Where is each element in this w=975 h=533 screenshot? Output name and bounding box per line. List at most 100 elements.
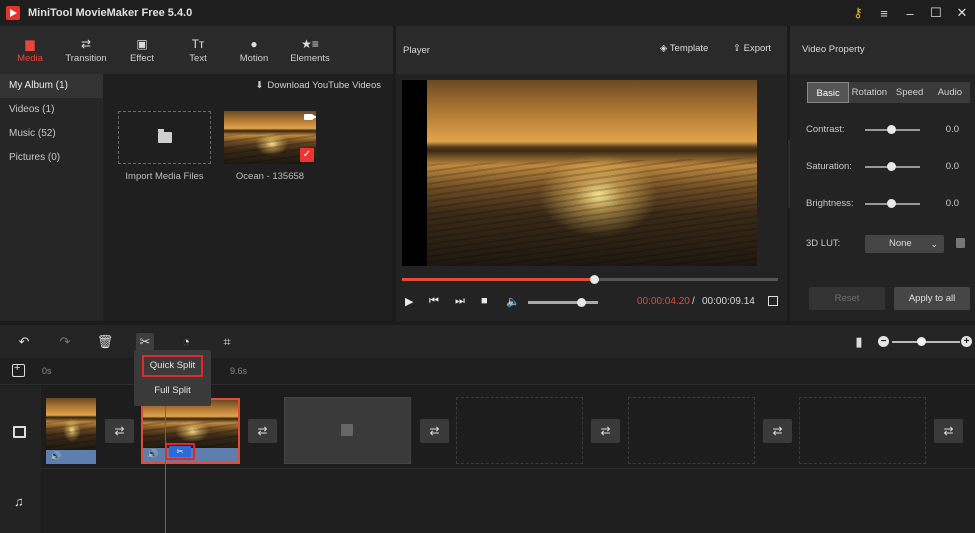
transition-icon: ⇄ [772, 424, 783, 438]
delete-icon[interactable]: 🗑 [96, 333, 114, 351]
add-track-icon[interactable] [12, 362, 25, 377]
saturation-handle[interactable] [887, 162, 896, 171]
zoom-in-icon[interactable]: + [961, 336, 972, 347]
album-music[interactable]: Music (52) [0, 122, 103, 146]
tab-elements[interactable]: ★≡ Elements [282, 26, 338, 74]
lut-delete-icon[interactable] [956, 238, 965, 248]
empty-clip-slot[interactable] [628, 397, 755, 464]
brightness-value: 0.0 [945, 198, 959, 209]
crop-icon[interactable]: ⌗ [218, 333, 236, 351]
reset-button[interactable]: Reset [809, 287, 885, 310]
transition-slot[interactable]: ⇄ [105, 419, 134, 443]
apply-to-all-button[interactable]: Apply to all [894, 287, 970, 310]
transition-icon: ⇄ [80, 36, 92, 51]
brightness-row: Brightness: 0.0 [806, 196, 971, 212]
transition-icon: ⇄ [600, 424, 611, 438]
audio-track[interactable] [41, 468, 975, 533]
property-tabs: Basic Rotation Speed Audio [807, 82, 970, 103]
media-library: ⬇ Download YouTube Videos Import Media Fi… [103, 74, 393, 321]
zoom-out-icon[interactable]: − [878, 336, 889, 347]
chevron-down-icon: ⌄ [930, 239, 938, 249]
empty-clip-slot[interactable] [456, 397, 583, 464]
transition-slot[interactable]: ⇄ [934, 419, 963, 443]
text-icon: Tт [191, 36, 205, 51]
stop-icon[interactable]: ■ [481, 295, 488, 307]
template-button[interactable]: ◈ Template [660, 43, 708, 54]
timeline-clip-selected[interactable]: 🔊 ✂ [141, 398, 240, 464]
transition-slot[interactable]: ⇄ [763, 419, 792, 443]
album-pictures[interactable]: Pictures (0) [0, 146, 103, 170]
checkmark-icon[interactable]: ✓ [300, 148, 314, 162]
current-time: 00:00:04.20 [637, 296, 690, 307]
split-icon[interactable]: ✂ [136, 333, 154, 351]
volume-slider[interactable] [528, 298, 598, 307]
volume-icon[interactable]: 🔈 [506, 295, 520, 308]
brightness-slider[interactable] [865, 199, 920, 208]
video-preview[interactable] [402, 80, 757, 266]
property-title: Video Property [790, 26, 975, 74]
contrast-handle[interactable] [887, 125, 896, 134]
contrast-slider[interactable] [865, 125, 920, 134]
minimize-icon[interactable]: – [897, 6, 923, 21]
redo-icon[interactable]: ↷ [56, 333, 74, 351]
key-icon[interactable]: ⚷ [845, 5, 871, 21]
transition-slot[interactable]: ⇄ [591, 419, 620, 443]
video-camera-icon [304, 114, 316, 120]
album-videos[interactable]: Videos (1) [0, 98, 103, 122]
zoom-slider[interactable] [892, 337, 960, 346]
transition-slot[interactable]: ⇄ [420, 419, 449, 443]
download-youtube-button[interactable]: ⬇ Download YouTube Videos [255, 80, 381, 91]
play-icon[interactable]: ▶ [405, 295, 413, 308]
export-icon: ⇪ [733, 43, 744, 54]
tab-rotation[interactable]: Rotation [849, 82, 889, 103]
tab-speed[interactable]: Speed [890, 82, 930, 103]
music-icon: ♫ [14, 494, 24, 509]
tab-basic[interactable]: Basic [807, 82, 850, 103]
timeline-clip[interactable]: 🔊 [46, 398, 96, 464]
title-bar: MiniTool MovieMaker Free 5.4.0 ⚷ ≡ – ☐ ✕ [0, 0, 975, 26]
undo-icon[interactable]: ↶ [15, 333, 33, 351]
maximize-icon[interactable]: ☐ [923, 5, 949, 21]
tab-transition[interactable]: ⇄ Transition [58, 26, 114, 74]
full-split-item[interactable]: Full Split [134, 380, 211, 402]
saturation-slider[interactable] [865, 162, 920, 171]
tab-audio[interactable]: Audio [930, 82, 970, 103]
tab-media[interactable]: ▆ Media [2, 26, 58, 74]
quick-split-item[interactable]: Quick Split [142, 355, 203, 377]
export-button[interactable]: ⇪ Export [733, 43, 771, 54]
media-clip-thumbnail[interactable]: ✓ [224, 111, 316, 164]
close-icon[interactable]: ✕ [949, 5, 975, 21]
split-marker[interactable]: ✂ [165, 443, 195, 460]
fullscreen-icon[interactable] [768, 296, 778, 306]
brightness-handle[interactable] [887, 199, 896, 208]
lut-row: 3D LUT: None ⌄ [806, 235, 971, 253]
album-my-album[interactable]: My Album (1) [0, 74, 103, 98]
empty-clip-slot[interactable] [799, 397, 926, 464]
menu-icon[interactable]: ≡ [871, 6, 897, 21]
player-panel: Player ◈ Template ⇪ Export ▶ ⏮ ⏭ ■ 🔈 00:… [396, 26, 787, 321]
next-frame-icon[interactable]: ⏭ [455, 295, 465, 308]
speaker-icon[interactable]: 🔊 [147, 449, 158, 460]
fit-timeline-icon[interactable]: ▮ [850, 333, 868, 351]
import-media-button[interactable] [118, 111, 211, 164]
lut-label: 3D LUT: [806, 238, 841, 249]
tab-text[interactable]: Tт Text [170, 26, 226, 74]
speed-icon[interactable]: ◔ [177, 333, 195, 351]
speaker-icon[interactable]: 🔊 [50, 451, 61, 462]
lut-dropdown[interactable]: None ⌄ [865, 235, 944, 253]
seek-bar[interactable] [402, 275, 778, 284]
transition-slot[interactable]: ⇄ [248, 419, 277, 443]
transition-icon: ⇄ [429, 424, 440, 438]
ruler-label-end: 9.6s [230, 366, 248, 376]
motion-icon: ● [250, 36, 258, 51]
seek-handle[interactable] [589, 275, 599, 284]
volume-handle[interactable] [576, 298, 586, 307]
tab-motion[interactable]: ● Motion [226, 26, 282, 74]
saturation-row: Saturation: 0.0 [806, 159, 971, 175]
elements-icon: ★≡ [301, 36, 319, 51]
folder-icon [157, 129, 172, 143]
empty-clip-slot[interactable] [284, 397, 411, 464]
tab-effect[interactable]: ▣ Effect [114, 26, 170, 74]
previous-frame-icon[interactable]: ⏮ [429, 295, 439, 308]
zoom-handle[interactable] [916, 337, 926, 346]
